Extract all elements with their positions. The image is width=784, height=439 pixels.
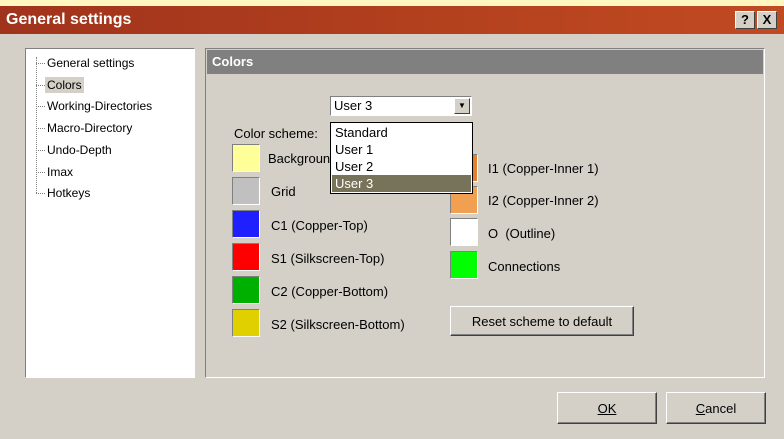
tree-branch: [36, 63, 45, 64]
connections-color-swatch[interactable]: [450, 251, 478, 279]
c1-color-swatch[interactable]: [232, 210, 260, 238]
close-icon: X: [762, 12, 772, 27]
grid-color-swatch[interactable]: [232, 177, 260, 205]
connections-color-label: Connections: [488, 259, 561, 274]
tree-item-label: Imax: [47, 165, 74, 179]
settings-dialog: General settings ? X General settings Co…: [0, 0, 784, 439]
s1-color-label: S1 (Silkscreen-Top): [271, 251, 385, 266]
c2-color-swatch[interactable]: [232, 276, 260, 304]
color-scheme-select[interactable]: User 3 ▼: [330, 96, 472, 116]
settings-tree[interactable]: General settings Colors Working-Director…: [25, 48, 195, 378]
tree-item-label: Hotkeys: [47, 186, 91, 200]
panel-title: Colors: [207, 50, 763, 74]
ok-button-label: OK: [597, 400, 617, 416]
color-scheme-dropdown[interactable]: Standard User 1 User 2 User 3: [330, 122, 473, 194]
color-scheme-label: Color scheme:: [234, 126, 318, 141]
cancel-button[interactable]: Cancel: [666, 392, 766, 424]
dropdown-arrow-button[interactable]: ▼: [454, 98, 470, 114]
dropdown-option-user-1[interactable]: User 1: [332, 141, 471, 158]
tree-branch: [36, 150, 45, 151]
tree-item-label: Colors: [45, 77, 84, 93]
reset-button-label: Reset scheme to default: [471, 313, 613, 329]
c1-color-label: C1 (Copper-Top): [271, 218, 368, 233]
s2-color-swatch[interactable]: [232, 309, 260, 337]
reset-scheme-button[interactable]: Reset scheme to default: [450, 306, 634, 336]
tree-item-label: General settings: [47, 56, 135, 70]
title-bar[interactable]: General settings ? X: [0, 6, 784, 34]
tree-branch: [36, 85, 45, 86]
tree-branch: [36, 172, 45, 173]
tree-branch: [36, 106, 45, 107]
dropdown-option-standard[interactable]: Standard: [332, 124, 471, 141]
grid-color-label: Grid: [271, 184, 296, 199]
outline-color-swatch[interactable]: [450, 218, 478, 246]
help-icon: ?: [741, 12, 749, 27]
s1-color-swatch[interactable]: [232, 243, 260, 271]
ok-button[interactable]: OK: [557, 392, 657, 424]
tree-branch: [36, 193, 45, 194]
cancel-button-label: Cancel: [695, 400, 737, 416]
background-color-label: Background: [268, 151, 338, 166]
help-button[interactable]: ?: [735, 11, 755, 29]
s2-color-label: S2 (Silkscreen-Bottom): [271, 317, 405, 332]
chevron-down-icon: ▼: [458, 101, 466, 110]
tree-branch: [36, 128, 45, 129]
i2-color-label: I2 (Copper-Inner 2): [488, 193, 599, 208]
c2-color-label: C2 (Copper-Bottom): [271, 284, 389, 299]
close-button[interactable]: X: [757, 11, 777, 29]
tree-item-label: Undo-Depth: [47, 143, 112, 157]
tree-item-label: Macro-Directory: [47, 121, 133, 135]
dropdown-option-user-2[interactable]: User 2: [332, 158, 471, 175]
outline-color-label: O (Outline): [488, 226, 556, 241]
color-scheme-value: User 3: [334, 98, 373, 113]
background-color-swatch[interactable]: [232, 144, 260, 172]
tree-item-label: Working-Directories: [47, 99, 153, 113]
window-title: General settings: [6, 11, 132, 28]
dropdown-option-user-3[interactable]: User 3: [332, 175, 471, 192]
i1-color-label: I1 (Copper-Inner 1): [488, 161, 599, 176]
